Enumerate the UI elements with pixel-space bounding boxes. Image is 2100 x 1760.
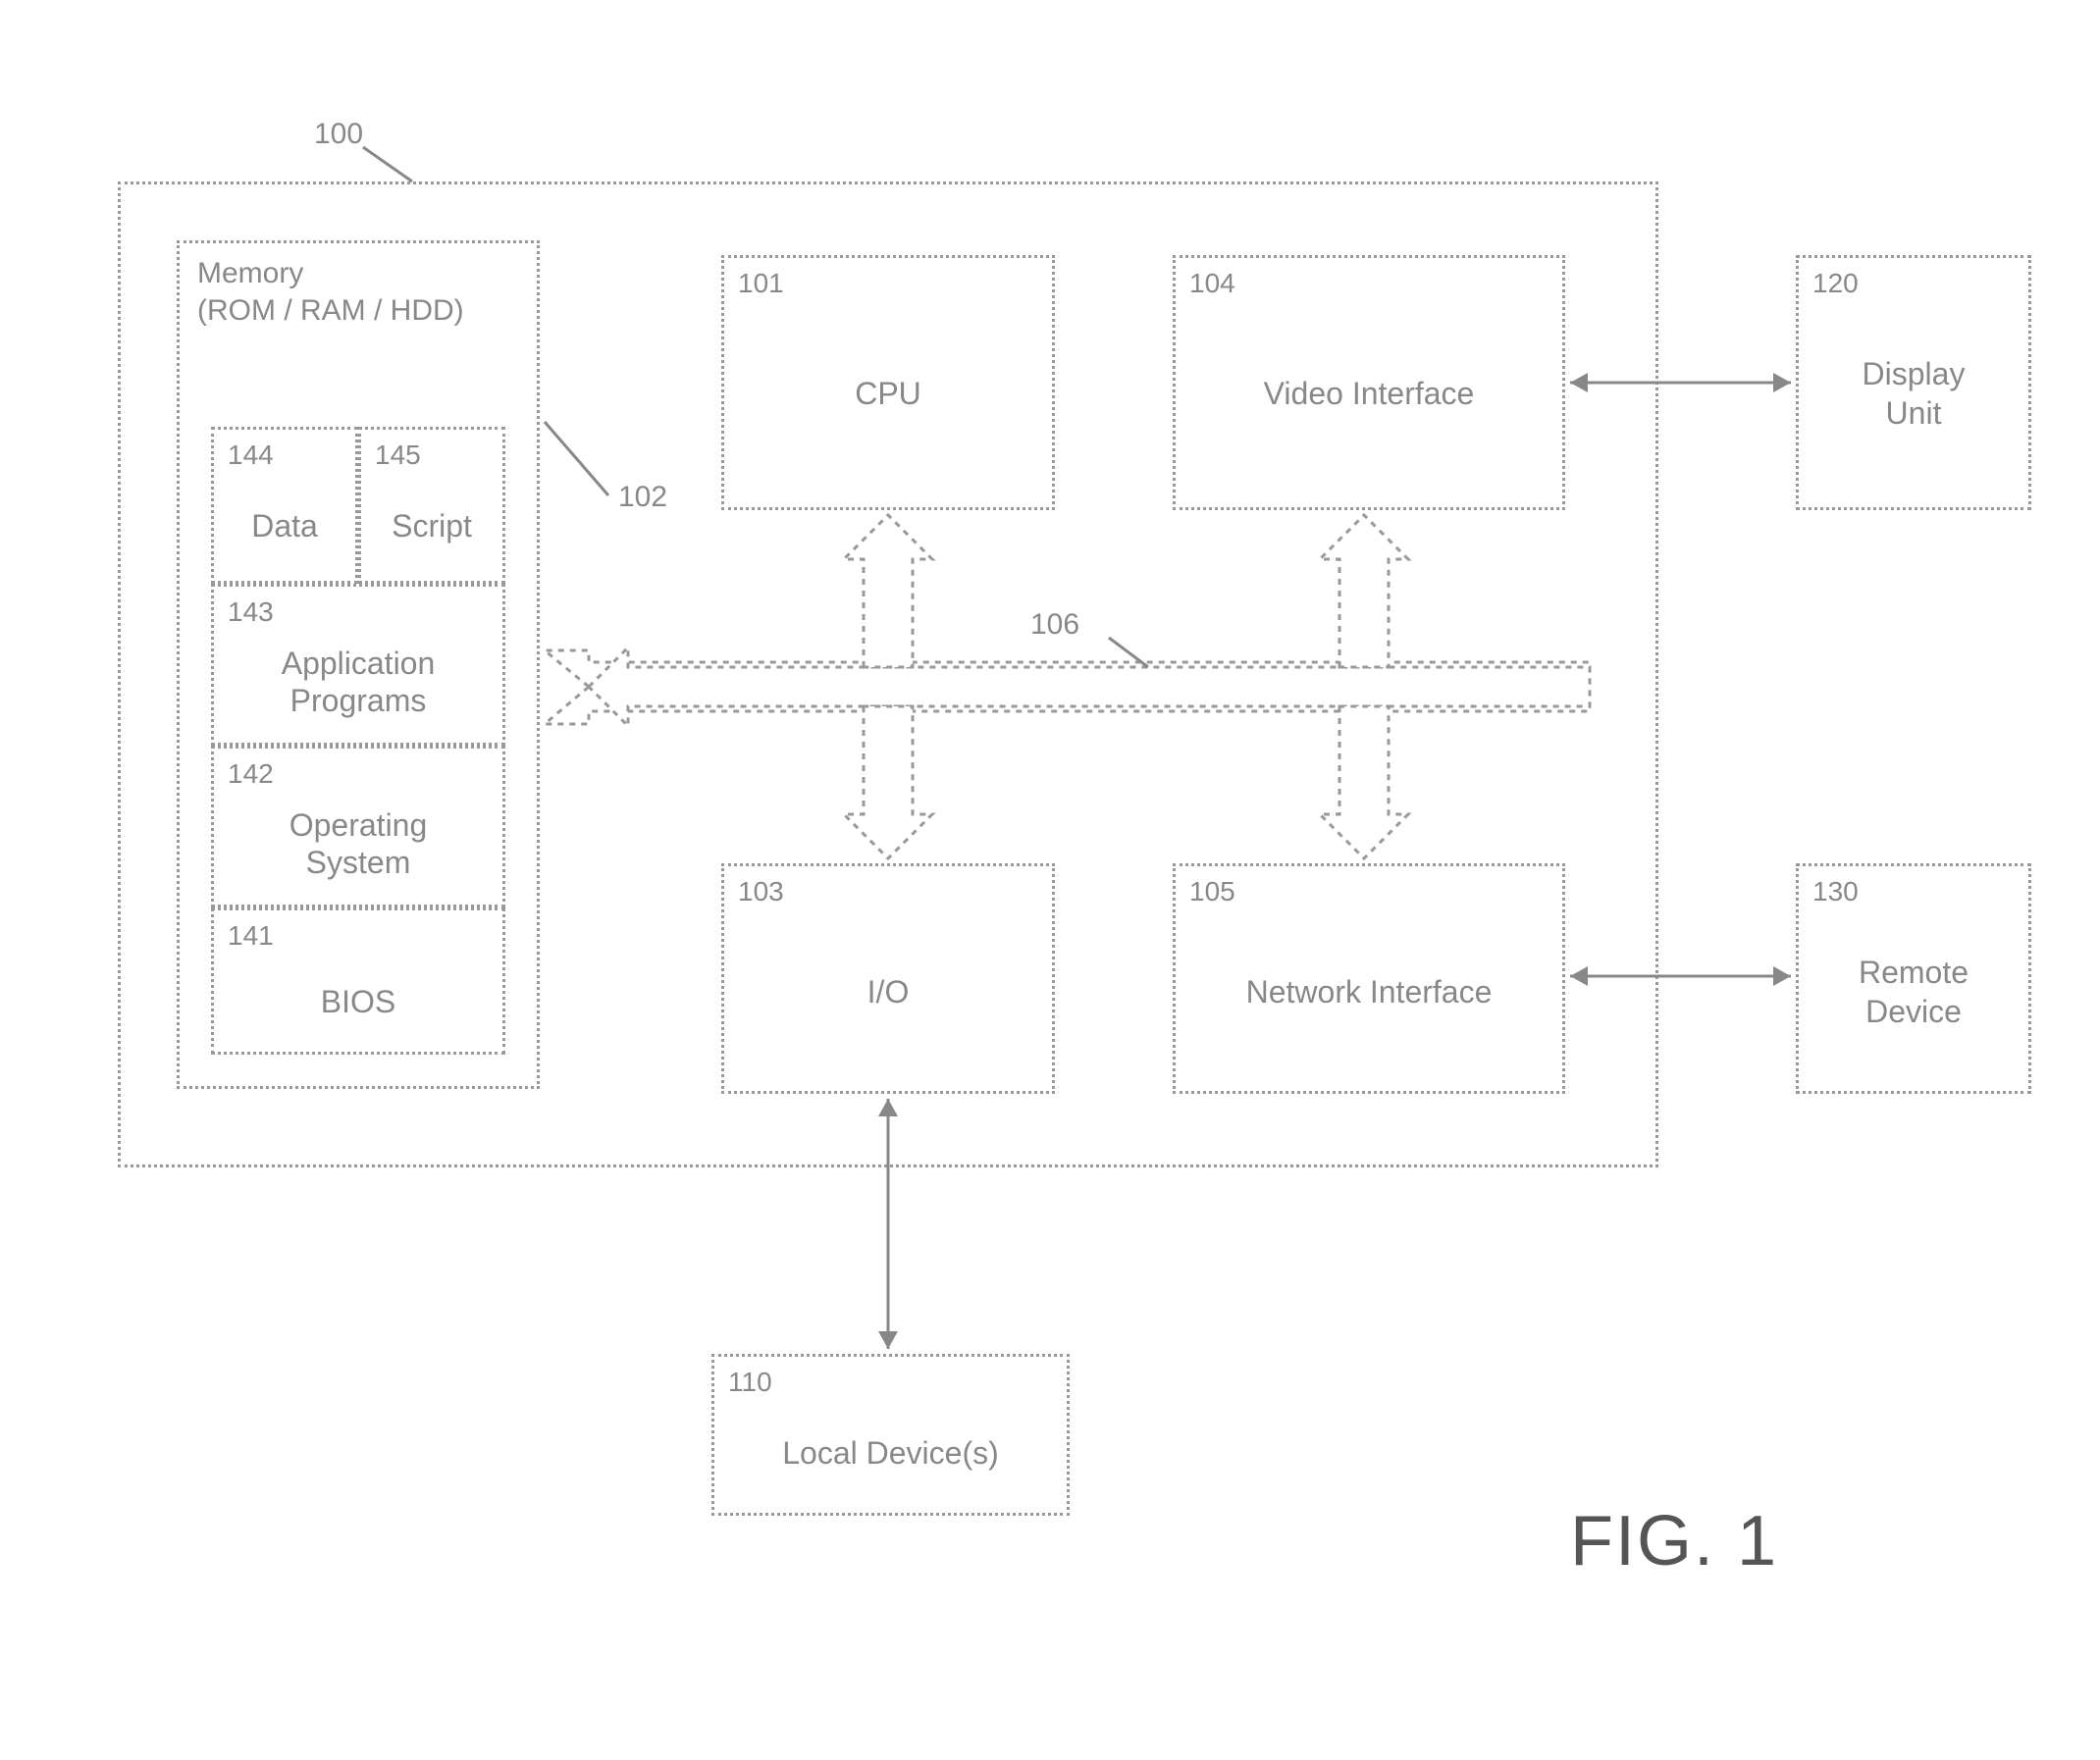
memory-title1: Memory [197, 257, 303, 290]
ref-106: 106 [1030, 608, 1079, 642]
label-display1: Display [1799, 356, 2028, 392]
label-apps1: Application [214, 646, 502, 682]
ref-120: 120 [1812, 268, 1859, 299]
label-remote2: Device [1799, 994, 2028, 1030]
memory-script-box: 145 Script [358, 427, 505, 584]
figure-caption: FIG. 1 [1570, 1501, 1778, 1581]
ref-105: 105 [1189, 876, 1235, 907]
label-bios: BIOS [214, 984, 502, 1020]
cpu-box: 101 CPU [721, 255, 1055, 510]
ref-103: 103 [738, 876, 784, 907]
io-box: 103 I/O [721, 863, 1055, 1094]
ref-145: 145 [375, 440, 421, 471]
ref-144: 144 [228, 440, 274, 471]
label-local-devices: Local Device(s) [714, 1435, 1067, 1472]
label-data: Data [214, 508, 355, 544]
label-display2: Unit [1799, 395, 2028, 432]
ref-102: 102 [618, 481, 667, 514]
local-devices-box: 110 Local Device(s) [711, 1354, 1070, 1516]
remote-device-box: 130 Remote Device [1796, 863, 2031, 1094]
memory-data-box: 144 Data [211, 427, 358, 584]
label-os1: Operating [214, 807, 502, 844]
label-io: I/O [724, 974, 1052, 1010]
display-unit-box: 120 Display Unit [1796, 255, 2031, 510]
video-box: 104 Video Interface [1173, 255, 1565, 510]
label-remote1: Remote [1799, 955, 2028, 991]
label-cpu: CPU [724, 376, 1052, 412]
ref-101: 101 [738, 268, 784, 299]
label-network: Network Interface [1176, 974, 1562, 1010]
label-os2: System [214, 845, 502, 881]
ref-143: 143 [228, 596, 274, 628]
memory-apps-box: 143 Application Programs [211, 584, 505, 746]
label-apps2: Programs [214, 683, 502, 719]
ref-130: 130 [1812, 876, 1859, 907]
ref-104: 104 [1189, 268, 1235, 299]
ref-141: 141 [228, 920, 274, 952]
memory-bios-box: 141 BIOS [211, 907, 505, 1055]
network-box: 105 Network Interface [1173, 863, 1565, 1094]
label-video: Video Interface [1176, 376, 1562, 412]
ref-142: 142 [228, 758, 274, 790]
ref-110: 110 [728, 1367, 772, 1398]
ref-100: 100 [314, 118, 363, 151]
memory-os-box: 142 Operating System [211, 746, 505, 907]
diagram-canvas: 100 Memory (ROM / RAM / HDD) 102 144 Dat… [0, 0, 2100, 1760]
label-script: Script [361, 508, 502, 544]
memory-title2: (ROM / RAM / HDD) [197, 294, 464, 328]
